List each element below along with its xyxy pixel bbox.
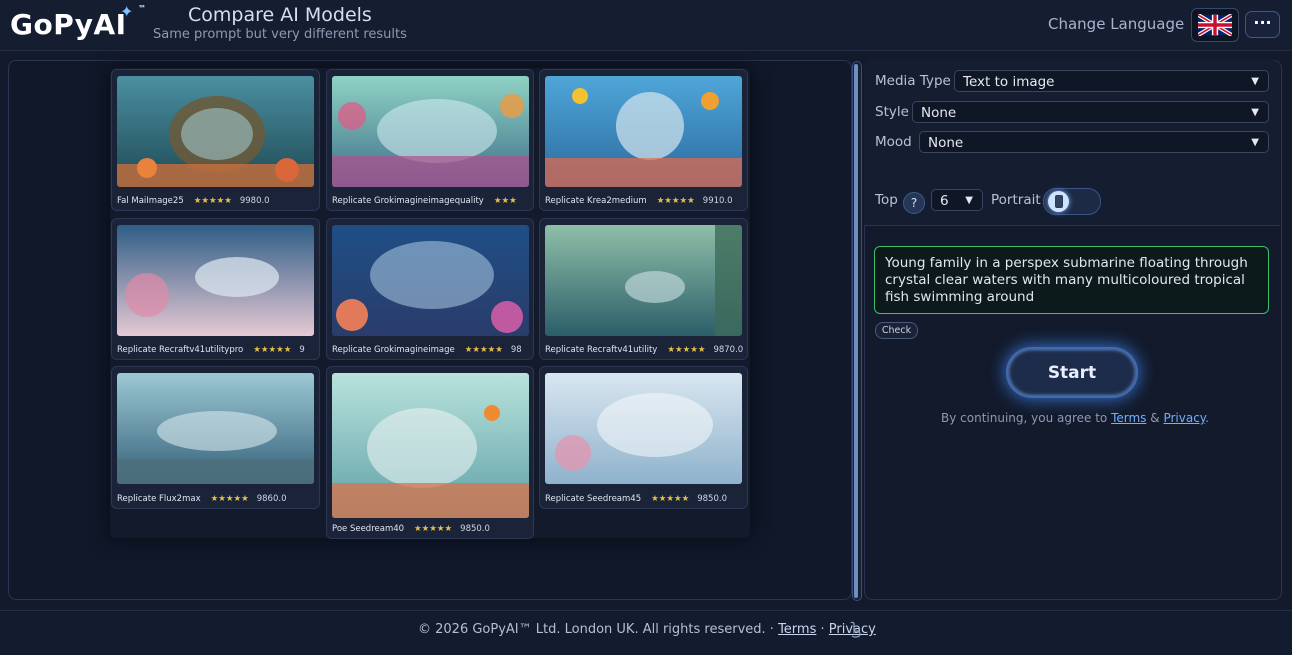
prompt-input[interactable]: Young family in a perspex submarine floa…	[874, 246, 1269, 314]
mood-label: Mood	[875, 134, 912, 150]
uk-flag-icon	[1198, 14, 1232, 36]
privacy-link[interactable]: Privacy	[1163, 411, 1205, 425]
logo-text: GoPyAI	[10, 8, 127, 41]
result-image[interactable]	[117, 76, 314, 187]
check-button[interactable]: Check	[875, 322, 918, 339]
result-image[interactable]	[332, 76, 529, 187]
result-card[interactable]: Replicate Grokimagineimagequality ★★★	[326, 69, 534, 211]
language-flag-button[interactable]	[1191, 8, 1239, 42]
result-image[interactable]	[545, 225, 742, 336]
start-button[interactable]: Start	[1006, 347, 1138, 398]
help-icon[interactable]: ?	[903, 192, 925, 214]
phone-icon	[1055, 195, 1063, 208]
chevron-down-icon: ▼	[1251, 107, 1259, 118]
result-card[interactable]: Replicate Recraftv41utility ★★★★★ 9870.0	[539, 218, 748, 360]
media-type-select[interactable]: Text to image ▼	[954, 70, 1269, 92]
result-caption: Replicate Grokimagineimage ★★★★★ 98	[332, 345, 522, 355]
result-image[interactable]	[545, 76, 742, 187]
result-card[interactable]: Replicate Flux2max ★★★★★ 9860.0	[111, 366, 320, 509]
sparkle-icon: ✦	[120, 2, 134, 21]
page-subtitle: Same prompt but very different results	[153, 27, 407, 42]
page-title: Compare AI Models	[188, 4, 372, 26]
portrait-label: Portrait	[991, 192, 1041, 208]
logo[interactable]: GoPyAI ✦ ™	[10, 2, 146, 41]
result-image[interactable]	[117, 373, 314, 484]
header: GoPyAI ✦ ™ Compare AI Models Same prompt…	[0, 0, 1292, 51]
scrollbar-thumb[interactable]	[854, 64, 858, 598]
mood-select[interactable]: None ▼	[919, 131, 1269, 153]
result-card[interactable]: Replicate Krea2medium ★★★★★ 9910.0	[539, 69, 748, 211]
style-label: Style	[875, 104, 909, 120]
chevron-down-icon: ▼	[965, 195, 973, 206]
result-image[interactable]	[117, 225, 314, 336]
result-card[interactable]: Fal MaiImage25 ★★★★★ 9980.0	[111, 69, 320, 211]
result-caption: Replicate Krea2medium ★★★★★ 9910.0	[545, 196, 733, 206]
result-caption: Replicate Seedream45 ★★★★★ 9850.0	[545, 494, 727, 504]
result-card[interactable]: Replicate Grokimagineimage ★★★★★ 98	[326, 218, 534, 360]
result-caption: Replicate Recraftv41utilitypro ★★★★★ 9	[117, 345, 305, 355]
terms-link[interactable]: Terms	[1111, 411, 1146, 425]
result-card[interactable]: Replicate Seedream45 ★★★★★ 9850.0	[539, 366, 748, 509]
media-type-label: Media Type	[875, 73, 951, 89]
agreement-text: By continuing, you agree to Terms & Priv…	[941, 411, 1210, 425]
chevron-down-icon: ▼	[1251, 76, 1259, 87]
result-caption: Replicate Grokimagineimagequality ★★★	[332, 196, 517, 206]
logo-trademark: ™	[138, 4, 147, 13]
top-label: Top	[875, 192, 898, 208]
style-select[interactable]: None ▼	[912, 101, 1269, 123]
panel-divider-scrollbar[interactable]	[852, 61, 862, 601]
change-language-label[interactable]: Change Language	[1048, 15, 1184, 33]
footer-terms-link[interactable]: Terms	[778, 622, 816, 637]
result-image[interactable]	[332, 225, 529, 336]
result-caption: Fal MaiImage25 ★★★★★ 9980.0	[117, 196, 270, 206]
more-menu-button[interactable]: ···	[1245, 11, 1280, 38]
result-card[interactable]: Poe Seedream40 ★★★★★ 9850.0	[326, 366, 534, 539]
result-image[interactable]	[332, 373, 529, 518]
chevron-down-icon: ▼	[1251, 137, 1259, 148]
portrait-toggle[interactable]	[1043, 188, 1101, 215]
result-caption: Poe Seedream40 ★★★★★ 9850.0	[332, 524, 490, 534]
result-caption: Replicate Flux2max ★★★★★ 9860.0	[117, 494, 287, 504]
top-count-select[interactable]: 6 ▼	[931, 189, 983, 211]
footer-copyright: © 2026 GoPyAI™ Ltd. London UK. All right…	[418, 622, 876, 637]
result-card[interactable]: Replicate Recraftv41utilitypro ★★★★★ 9	[111, 218, 320, 360]
accessibility-icon[interactable]	[847, 621, 863, 639]
result-caption: Replicate Recraftv41utility ★★★★★ 9870.0	[545, 345, 743, 355]
result-image[interactable]	[545, 373, 742, 484]
